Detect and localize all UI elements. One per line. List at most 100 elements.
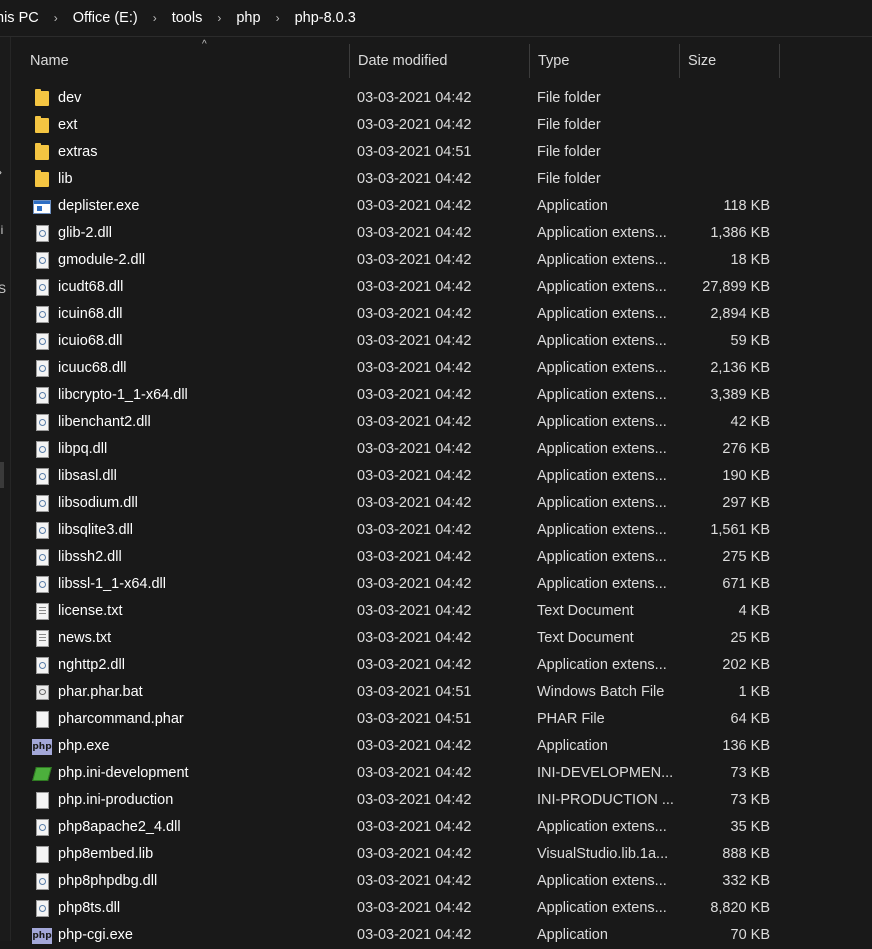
file-size: 332 KB [722, 873, 770, 889]
column-header-size[interactable]: Size [680, 44, 780, 78]
file-name[interactable]: php.ini-production [58, 787, 348, 814]
file-name[interactable]: libssh2.dll [58, 544, 348, 571]
file-row[interactable]: extras 03-03-2021 04:51 File folder [22, 139, 782, 166]
file-size: 8,820 KB [710, 900, 770, 916]
breadcrumb-php-8-0-3[interactable]: php-8.0.3 [291, 10, 360, 26]
file-type: PHAR File [537, 711, 605, 727]
file-name[interactable]: php8embed.lib [58, 841, 348, 868]
file-name[interactable]: libcrypto-1_1-x64.dll [58, 382, 348, 409]
file-name[interactable]: pharcommand.phar [58, 706, 348, 733]
file-row[interactable]: php php-cgi.exe 03-03-2021 04:42 Applicatio… [22, 922, 782, 949]
file-row[interactable]: libsodium.dll 03-03-2021 04:42 Application… [22, 490, 782, 517]
file-name[interactable]: extras [58, 139, 348, 166]
file-row[interactable]: icuin68.dll 03-03-2021 04:42 Application e… [22, 301, 782, 328]
file-name[interactable]: deplister.exe [58, 193, 348, 220]
file-row[interactable]: pharcommand.phar 03-03-2021 04:51 PHAR Fil… [22, 706, 782, 733]
file-row[interactable]: nghttp2.dll 03-03-2021 04:42 Application e… [22, 652, 782, 679]
file-name[interactable]: icuio68.dll [58, 328, 348, 355]
file-name[interactable]: nghttp2.dll [58, 652, 348, 679]
breadcrumb-office-drive[interactable]: Office (E:) [69, 10, 142, 26]
file-row[interactable]: libsasl.dll 03-03-2021 04:42 Application e… [22, 463, 782, 490]
file-name[interactable]: news.txt [58, 625, 348, 652]
file-row[interactable]: phar.phar.bat 03-03-2021 04:51 Windows Bat… [22, 679, 782, 706]
file-date-modified: 03-03-2021 04:42 [357, 576, 472, 592]
file-name[interactable]: libsasl.dll [58, 463, 348, 490]
column-header-name[interactable]: Name [22, 44, 350, 78]
file-row[interactable]: php8apache2_4.dll 03-03-2021 04:42 Applica… [22, 814, 782, 841]
chevron-right-icon[interactable]: › [43, 11, 69, 25]
file-row[interactable]: license.txt 03-03-2021 04:42 Text Document… [22, 598, 782, 625]
file-name[interactable]: libssl-1_1-x64.dll [58, 571, 348, 598]
file-row[interactable]: lib 03-03-2021 04:42 File folder [22, 166, 782, 193]
file-type: Application [537, 927, 608, 943]
file-name[interactable]: php8ts.dll [58, 895, 348, 922]
file-name[interactable]: phar.phar.bat [58, 679, 348, 706]
batch-file-icon [32, 679, 52, 706]
file-row[interactable]: gmodule-2.dll 03-03-2021 04:42 Application… [22, 247, 782, 274]
file-name[interactable]: php-cgi.exe [58, 922, 348, 949]
dll-icon [32, 247, 52, 274]
file-type: Application extens... [537, 495, 667, 511]
file-row[interactable]: php8phpdbg.dll 03-03-2021 04:42 Applicatio… [22, 868, 782, 895]
file-name[interactable]: libsqlite3.dll [58, 517, 348, 544]
chevron-right-icon[interactable]: › [206, 11, 232, 25]
file-name[interactable]: icuin68.dll [58, 301, 348, 328]
file-type: File folder [537, 144, 601, 160]
file-row[interactable]: libssh2.dll 03-03-2021 04:42 Application e… [22, 544, 782, 571]
file-row[interactable]: icuio68.dll 03-03-2021 04:42 Application e… [22, 328, 782, 355]
file-row[interactable]: libssl-1_1-x64.dll 03-03-2021 04:42 Applic… [22, 571, 782, 598]
file-name[interactable]: php8phpdbg.dll [58, 868, 348, 895]
chevron-right-icon[interactable]: › [142, 11, 168, 25]
file-name[interactable]: icuuc68.dll [58, 355, 348, 382]
chevron-right-icon[interactable]: › [265, 11, 291, 25]
file-date-modified: 03-03-2021 04:42 [357, 927, 472, 943]
file-row[interactable]: icuuc68.dll 03-03-2021 04:42 Application e… [22, 355, 782, 382]
file-size: 25 KB [730, 630, 771, 646]
file-name[interactable]: lib [58, 166, 348, 193]
column-header-date-modified[interactable]: Date modified [350, 44, 530, 78]
breadcrumb-php[interactable]: php [232, 10, 264, 26]
file-row[interactable]: php.ini-development 03-03-2021 04:42 INI-D… [22, 760, 782, 787]
file-name[interactable]: php.ini-development [58, 760, 348, 787]
file-size: 888 KB [722, 846, 770, 862]
file-name[interactable]: libsodium.dll [58, 490, 348, 517]
file-type: Application extens... [537, 387, 667, 403]
file-name[interactable]: libenchant2.dll [58, 409, 348, 436]
file-row[interactable]: php.ini-production 03-03-2021 04:42 INI-PR… [22, 787, 782, 814]
file-row[interactable]: icudt68.dll 03-03-2021 04:42 Application e… [22, 274, 782, 301]
file-row[interactable]: dev 03-03-2021 04:42 File folder [22, 85, 782, 112]
file-name[interactable]: ext [58, 112, 348, 139]
dll-icon [32, 895, 52, 922]
file-row[interactable]: glib-2.dll 03-03-2021 04:42 Application ex… [22, 220, 782, 247]
column-header-type[interactable]: Type [530, 44, 680, 78]
file-name[interactable]: license.txt [58, 598, 348, 625]
file-name[interactable]: gmodule-2.dll [58, 247, 348, 274]
file-row[interactable]: libsqlite3.dll 03-03-2021 04:42 Applicatio… [22, 517, 782, 544]
file-type: Application extens... [537, 522, 667, 538]
navigation-pane[interactable]: › ii S [0, 37, 11, 941]
file-date-modified: 03-03-2021 04:42 [357, 630, 472, 646]
file-row[interactable]: deplister.exe 03-03-2021 04:42 Application… [22, 193, 782, 220]
file-name[interactable]: libpq.dll [58, 436, 348, 463]
file-name[interactable]: php.exe [58, 733, 348, 760]
file-name[interactable]: php8apache2_4.dll [58, 814, 348, 841]
breadcrumb-tools[interactable]: tools [168, 10, 207, 26]
file-row[interactable]: ext 03-03-2021 04:42 File folder [22, 112, 782, 139]
file-name[interactable]: icudt68.dll [58, 274, 348, 301]
file-row[interactable]: php8embed.lib 03-03-2021 04:42 VisualStudi… [22, 841, 782, 868]
file-row[interactable]: news.txt 03-03-2021 04:42 Text Document 25 … [22, 625, 782, 652]
file-date-modified: 03-03-2021 04:42 [357, 225, 472, 241]
file-row[interactable]: php php.exe 03-03-2021 04:42 Application 136… [22, 733, 782, 760]
file-row[interactable]: php8ts.dll 03-03-2021 04:42 Application ex… [22, 895, 782, 922]
file-date-modified: 03-03-2021 04:42 [357, 360, 472, 376]
file-row[interactable]: libenchant2.dll 03-03-2021 04:42 Applicati… [22, 409, 782, 436]
php-icon: php [32, 733, 52, 760]
file-row[interactable]: libpq.dll 03-03-2021 04:42 Application ext… [22, 436, 782, 463]
file-name[interactable]: glib-2.dll [58, 220, 348, 247]
file-date-modified: 03-03-2021 04:42 [357, 279, 472, 295]
file-name[interactable]: dev [58, 85, 348, 112]
file-size: 1 KB [738, 684, 770, 700]
file-row[interactable]: libcrypto-1_1-x64.dll 03-03-2021 04:42 App… [22, 382, 782, 409]
file-list: dev 03-03-2021 04:42 File folder ext 03-03-2… [22, 85, 782, 949]
breadcrumb-this-pc[interactable]: his PC [0, 10, 43, 26]
